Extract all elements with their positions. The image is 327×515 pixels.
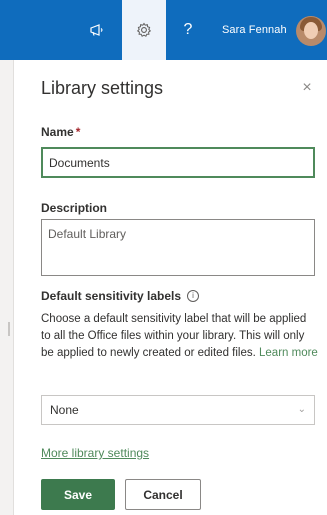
- megaphone-icon[interactable]: [82, 0, 112, 60]
- left-edge-handle: [8, 322, 10, 336]
- top-bar: ? Sara Fennah: [0, 0, 327, 60]
- more-library-settings-link[interactable]: More library settings: [41, 446, 149, 460]
- close-icon[interactable]: ×: [299, 80, 315, 96]
- description-label: Description: [41, 201, 108, 215]
- cancel-button[interactable]: Cancel: [125, 479, 201, 510]
- dropdown-selected-value: None: [50, 403, 79, 417]
- page-left-edge: [0, 60, 14, 515]
- sensitivity-label-text: Default sensitivity labels: [41, 289, 182, 303]
- name-label-text: Name: [41, 125, 74, 139]
- name-input-value: Documents: [49, 155, 110, 170]
- info-icon[interactable]: i: [187, 290, 200, 302]
- avatar-face: [304, 22, 318, 39]
- learn-more-link[interactable]: Learn more: [259, 347, 318, 359]
- help-icon[interactable]: ?: [176, 0, 200, 60]
- description-input[interactable]: Default Library: [41, 219, 315, 276]
- avatar[interactable]: [296, 16, 326, 46]
- save-button[interactable]: Save: [41, 479, 115, 510]
- chevron-down-icon: ⌄: [297, 404, 306, 415]
- library-settings-panel: Library settings × Name * Documents Descr…: [15, 60, 327, 515]
- name-input[interactable]: Documents: [41, 147, 315, 178]
- gear-icon[interactable]: [122, 0, 166, 60]
- description-input-value: Default Library: [48, 227, 127, 241]
- panel-title: Library settings: [41, 78, 164, 98]
- sensitivity-dropdown[interactable]: None ⌄: [41, 395, 315, 425]
- required-mark: *: [75, 125, 81, 139]
- name-label: Name *: [41, 125, 80, 139]
- sensitivity-label: Default sensitivity labels i: [41, 289, 200, 303]
- user-name[interactable]: Sara Fennah: [222, 0, 287, 60]
- sensitivity-help-text: Choose a default sensitivity label that …: [41, 311, 319, 362]
